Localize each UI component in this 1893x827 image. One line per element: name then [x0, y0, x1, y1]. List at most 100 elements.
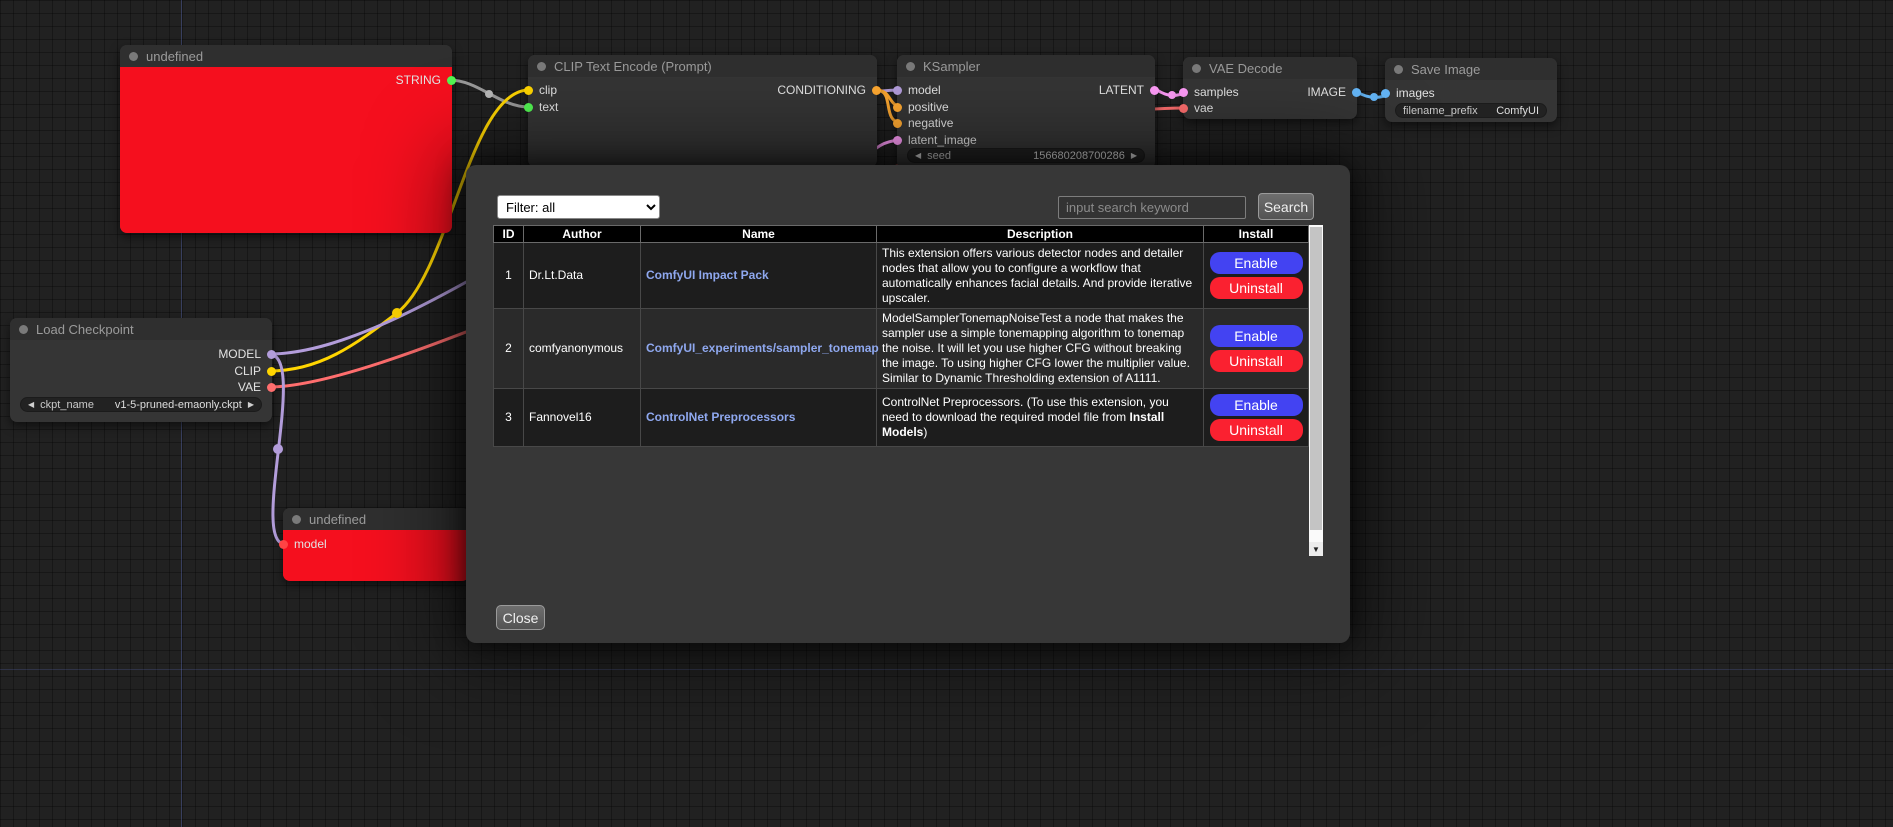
node-vae-decode[interactable]: VAE Decode samples vae IMAGE	[1183, 57, 1357, 119]
filename-prefix-widget[interactable]: filename_prefix ComfyUI	[1395, 103, 1547, 118]
output-dot-clip[interactable]	[267, 367, 276, 376]
uninstall-button[interactable]: Uninstall	[1210, 419, 1303, 441]
node-title: CLIP Text Encode (Prompt)	[554, 59, 712, 74]
input-dot-samples[interactable]	[1179, 88, 1188, 97]
slot-label: IMAGE	[1307, 85, 1346, 99]
output-dot-conditioning[interactable]	[872, 86, 881, 95]
output-dot-vae[interactable]	[267, 383, 276, 392]
input-dot-clip[interactable]	[524, 86, 533, 95]
column-header-id: ID	[494, 226, 524, 243]
node-load-checkpoint[interactable]: Load Checkpoint MODEL CLIP VAE ◀ ckpt_na…	[10, 318, 272, 422]
node-title-bar[interactable]: KSampler	[897, 55, 1155, 77]
widget-value[interactable]: ComfyUI	[1484, 105, 1539, 117]
enable-button[interactable]: Enable	[1210, 325, 1303, 347]
slot-label: clip	[539, 83, 557, 97]
widget-value[interactable]: 156680208700286	[957, 150, 1125, 162]
enable-button[interactable]: Enable	[1210, 394, 1303, 416]
node-body: samples vae IMAGE	[1183, 79, 1357, 119]
extension-name-link[interactable]: ComfyUI Impact Pack	[646, 268, 769, 282]
input-dot-model[interactable]	[279, 540, 288, 549]
slot-label: VAE	[238, 380, 261, 394]
column-header-name: Name	[641, 226, 877, 243]
node-body-error: STRING	[120, 67, 452, 233]
column-header-author: Author	[524, 226, 641, 243]
uninstall-button[interactable]: Uninstall	[1210, 350, 1303, 372]
output-dot-image[interactable]	[1352, 88, 1361, 97]
search-input[interactable]	[1058, 196, 1246, 219]
input-dot-vae[interactable]	[1179, 104, 1188, 113]
node-ksampler[interactable]: KSampler model positive negative latent_…	[897, 55, 1155, 169]
slot-label: LATENT	[1099, 83, 1144, 97]
node-title-bar[interactable]: Load Checkpoint	[10, 318, 272, 340]
close-button[interactable]: Close	[496, 605, 545, 630]
next-arrow-icon[interactable]: ▶	[248, 401, 254, 409]
extension-id: 3	[494, 389, 524, 447]
node-collapse-dot[interactable]	[292, 515, 301, 524]
input-slot-text: text	[524, 100, 558, 114]
uninstall-button[interactable]: Uninstall	[1210, 277, 1303, 299]
input-slot-images: images	[1381, 86, 1435, 100]
input-dot-model[interactable]	[893, 86, 902, 95]
node-title: Load Checkpoint	[36, 322, 134, 337]
node-undefined-bottom[interactable]: undefined model	[283, 508, 469, 581]
node-title-bar[interactable]: Save Image	[1385, 58, 1557, 80]
slot-label: CONDITIONING	[777, 83, 866, 97]
node-title-bar[interactable]: undefined	[283, 508, 469, 530]
slot-label: STRING	[396, 73, 441, 87]
input-dot-latent-image[interactable]	[893, 136, 902, 145]
node-title-bar[interactable]: VAE Decode	[1183, 57, 1357, 79]
table-scrollbar[interactable]: ▼	[1309, 225, 1323, 556]
filter-select[interactable]: Filter: all	[497, 195, 660, 219]
node-body: model positive negative latent_image LAT…	[897, 77, 1155, 169]
output-slot-string: STRING	[396, 73, 456, 87]
output-dot-model[interactable]	[267, 350, 276, 359]
node-collapse-dot[interactable]	[906, 62, 915, 71]
widget-value[interactable]: v1-5-pruned-emaonly.ckpt	[100, 399, 242, 411]
input-slot-samples: samples	[1179, 85, 1239, 99]
slot-label: text	[539, 100, 558, 114]
input-slot-clip: clip	[524, 83, 557, 97]
slot-label: MODEL	[218, 347, 261, 361]
node-collapse-dot[interactable]	[537, 62, 546, 71]
decrement-arrow-icon[interactable]: ◀	[915, 152, 921, 160]
node-undefined-top[interactable]: undefined STRING	[120, 45, 452, 233]
table-row: 2 comfyanonymous ComfyUI_experiments/sam…	[494, 309, 1309, 389]
node-clip-text-encode[interactable]: CLIP Text Encode (Prompt) clip text COND…	[528, 55, 877, 167]
node-collapse-dot[interactable]	[1394, 65, 1403, 74]
input-dot-negative[interactable]	[893, 119, 902, 128]
input-slot-positive: positive	[893, 100, 949, 114]
seed-widget[interactable]: ◀ seed 156680208700286 ▶	[907, 148, 1145, 163]
scroll-down-button[interactable]: ▼	[1309, 542, 1323, 556]
input-slot-latent-image: latent_image	[893, 133, 977, 147]
slot-label: model	[908, 83, 941, 97]
input-slot-model: model	[893, 83, 941, 97]
node-title: undefined	[146, 49, 203, 64]
node-title: Save Image	[1411, 62, 1480, 77]
slot-label: negative	[908, 116, 953, 130]
node-collapse-dot[interactable]	[129, 52, 138, 61]
table-row: 3 Fannovel16 ControlNet Preprocessors Co…	[494, 389, 1309, 447]
node-title: KSampler	[923, 59, 980, 74]
input-dot-images[interactable]	[1381, 89, 1390, 98]
extension-description: ModelSamplerTonemapNoiseTest a node that…	[877, 309, 1204, 389]
increment-arrow-icon[interactable]: ▶	[1131, 152, 1137, 160]
enable-button[interactable]: Enable	[1210, 252, 1303, 274]
node-title-bar[interactable]: CLIP Text Encode (Prompt)	[528, 55, 877, 77]
prev-arrow-icon[interactable]: ◀	[28, 401, 34, 409]
output-dot-latent[interactable]	[1150, 86, 1159, 95]
input-dot-positive[interactable]	[893, 103, 902, 112]
node-title-bar[interactable]: undefined	[120, 45, 452, 67]
canvas-axis-horizontal	[0, 669, 1893, 670]
output-dot-string[interactable]	[447, 76, 456, 85]
slot-label: vae	[1194, 101, 1213, 115]
ckpt-name-widget[interactable]: ◀ ckpt_name v1-5-pruned-emaonly.ckpt ▶	[20, 397, 262, 412]
node-save-image[interactable]: Save Image images filename_prefix ComfyU…	[1385, 58, 1557, 122]
extension-name-link[interactable]: ControlNet Preprocessors	[646, 410, 795, 424]
extension-author: comfyanonymous	[524, 309, 641, 389]
extension-name-link[interactable]: ComfyUI_experiments/sampler_tonemap	[646, 341, 879, 355]
node-collapse-dot[interactable]	[19, 325, 28, 334]
node-collapse-dot[interactable]	[1192, 64, 1201, 73]
input-dot-text[interactable]	[524, 103, 533, 112]
scrollbar-thumb[interactable]	[1310, 227, 1322, 530]
search-button[interactable]: Search	[1258, 193, 1314, 220]
